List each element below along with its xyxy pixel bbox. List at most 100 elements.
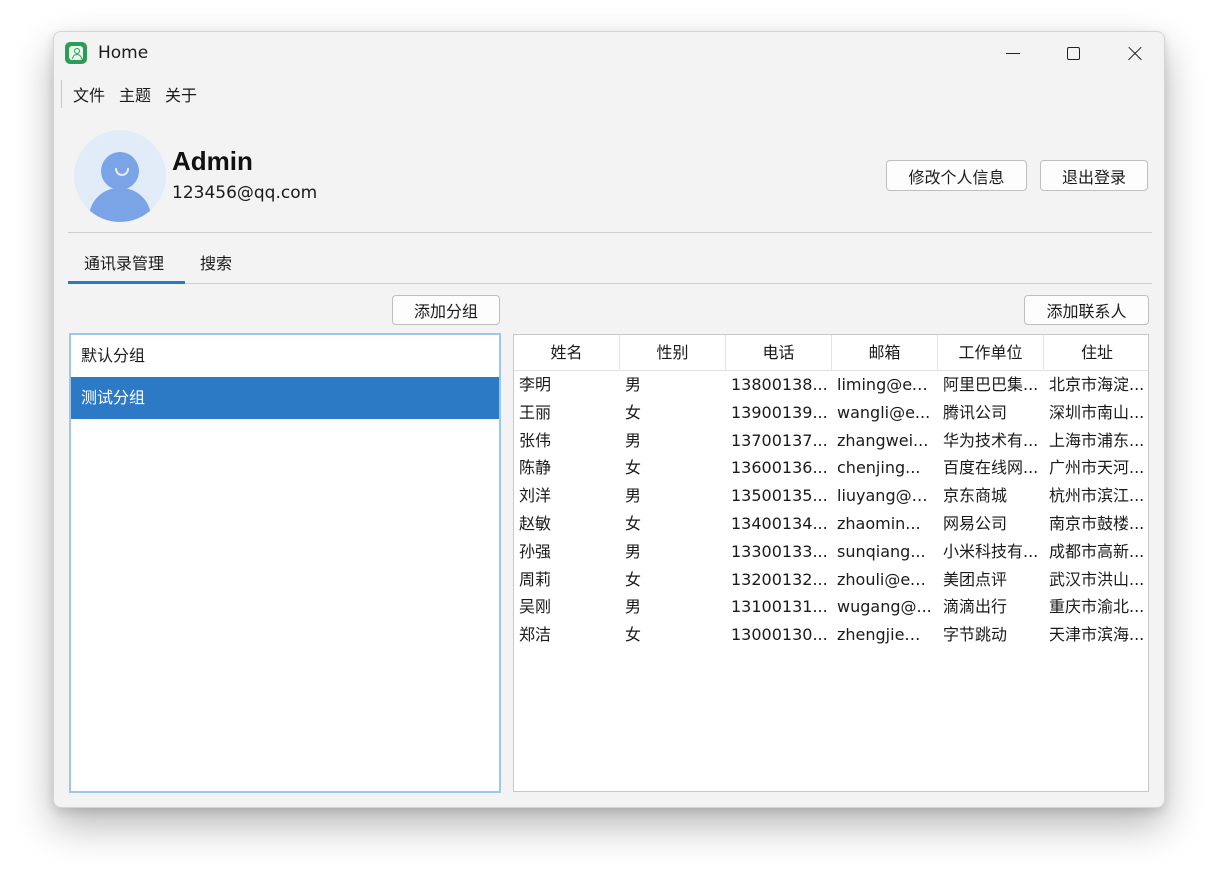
cell-phone[interactable]: 13900139... [726,399,832,427]
column-header-phone[interactable]: 电话 [726,335,832,370]
cell-gender[interactable]: 女 [620,454,726,482]
cell-name[interactable]: 陈静 [514,454,620,482]
cell-name[interactable]: 王丽 [514,399,620,427]
cell-phone[interactable]: 13600136... [726,454,832,482]
table-body: 李明男 13800138... liming@ex... 阿里巴巴集... 北京市海淀.… [514,371,1148,649]
table-row[interactable]: 李明男 13800138... liming@ex... 阿里巴巴集... 北京市海淀.… [514,371,1148,399]
column-header-name[interactable]: 姓名 [514,335,620,370]
cell-name[interactable]: 赵敏 [514,510,620,538]
table-row[interactable]: 张伟男 13700137... zhangwei... 华为技术有... 上海市浦东..… [514,427,1148,455]
cell-phone[interactable]: 13100131... [726,593,832,621]
cell-gender[interactable]: 女 [620,621,726,649]
cell-email[interactable]: liming@ex... [832,371,938,399]
cell-phone[interactable]: 13500135... [726,482,832,510]
cell-address[interactable]: 重庆市渝北... [1044,593,1148,621]
cell-gender[interactable]: 男 [620,371,726,399]
table-row[interactable]: 孙强男 13300133... sunqiang... 小米科技有... 成都市高新..… [514,538,1148,566]
cell-company[interactable]: 阿里巴巴集... [938,371,1044,399]
menu-file[interactable]: 文件 [73,82,105,106]
cell-address[interactable]: 南京市鼓楼... [1044,510,1148,538]
cell-email[interactable]: zhengjie@... [832,621,938,649]
cell-name[interactable]: 周莉 [514,566,620,594]
header-divider [68,232,1152,233]
column-header-address[interactable]: 住址 [1044,335,1148,370]
cell-gender[interactable]: 男 [620,538,726,566]
cell-company[interactable]: 华为技术有... [938,427,1044,455]
cell-gender[interactable]: 女 [620,510,726,538]
user-avatar-icon [74,130,166,222]
logout-button[interactable]: 退出登录 [1040,160,1148,191]
cell-email[interactable]: wugang@... [832,593,938,621]
cell-gender[interactable]: 男 [620,482,726,510]
cell-company[interactable]: 字节跳动 [938,621,1044,649]
cell-name[interactable]: 孙强 [514,538,620,566]
tab-search[interactable]: 搜索 [200,250,232,274]
table-header: 姓名 性别 电话 邮箱 工作单位 住址 [514,335,1148,371]
table-row[interactable]: 刘洋男 13500135... liuyang@e... 京东商城 杭州市滨江... [514,482,1148,510]
cell-address[interactable]: 上海市浦东... [1044,427,1148,455]
table-row[interactable]: 赵敏女 13400134... zhaomin... 网易公司 南京市鼓楼... [514,510,1148,538]
cell-email[interactable]: zhangwei... [832,427,938,455]
cell-name[interactable]: 吴刚 [514,593,620,621]
cell-name[interactable]: 郑洁 [514,621,620,649]
contacts-app-icon [65,42,87,64]
table-row[interactable]: 郑洁女 13000130... zhengjie@... 字节跳动 天津市滨海... [514,621,1148,649]
add-contact-button[interactable]: 添加联系人 [1024,295,1149,325]
cell-company[interactable]: 网易公司 [938,510,1044,538]
close-icon[interactable] [1104,32,1164,76]
add-group-button[interactable]: 添加分组 [392,295,500,325]
table-row[interactable]: 吴刚男 13100131... wugang@... 滴滴出行 重庆市渝北... [514,593,1148,621]
column-header-gender[interactable]: 性别 [620,335,726,370]
cell-address[interactable]: 天津市滨海... [1044,621,1148,649]
cell-phone[interactable]: 13300133... [726,538,832,566]
maximize-icon[interactable] [1043,32,1103,76]
cell-name[interactable]: 李明 [514,371,620,399]
edit-profile-button[interactable]: 修改个人信息 [886,160,1027,191]
cell-gender[interactable]: 女 [620,399,726,427]
user-email: 123456@qq.com [172,183,318,203]
cell-phone[interactable]: 13700137... [726,427,832,455]
cell-company[interactable]: 百度在线网... [938,454,1044,482]
cell-phone[interactable]: 13200132... [726,566,832,594]
column-header-company[interactable]: 工作单位 [938,335,1044,370]
cell-email[interactable]: chenjing... [832,454,938,482]
cell-email[interactable]: zhaomin... [832,510,938,538]
group-item-default[interactable]: 默认分组 [71,335,499,377]
menu-theme[interactable]: 主题 [119,82,151,106]
cell-gender[interactable]: 女 [620,566,726,594]
menu-bar: 文件 主题 关于 [61,80,197,108]
minimize-icon[interactable] [983,32,1043,76]
group-item-test[interactable]: 测试分组 [71,377,499,419]
tab-contacts-management[interactable]: 通讯录管理 [84,250,164,274]
cell-company[interactable]: 京东商城 [938,482,1044,510]
cell-gender[interactable]: 男 [620,427,726,455]
cell-address[interactable]: 北京市海淀... [1044,371,1148,399]
cell-name[interactable]: 刘洋 [514,482,620,510]
cell-email[interactable]: liuyang@e... [832,482,938,510]
cell-email[interactable]: zhouli@ex... [832,566,938,594]
cell-company[interactable]: 腾讯公司 [938,399,1044,427]
table-row[interactable]: 王丽女 13900139... wangli@e... 腾讯公司 深圳市南山... [514,399,1148,427]
cell-company[interactable]: 美团点评 [938,566,1044,594]
cell-address[interactable]: 深圳市南山... [1044,399,1148,427]
cell-phone[interactable]: 13800138... [726,371,832,399]
cell-company[interactable]: 小米科技有... [938,538,1044,566]
cell-company[interactable]: 滴滴出行 [938,593,1044,621]
cell-address[interactable]: 成都市高新... [1044,538,1148,566]
cell-address[interactable]: 武汉市洪山... [1044,566,1148,594]
cell-phone[interactable]: 13400134... [726,510,832,538]
menu-about[interactable]: 关于 [165,82,197,106]
cell-email[interactable]: wangli@e... [832,399,938,427]
cell-name[interactable]: 张伟 [514,427,620,455]
user-name: Admin [172,146,253,176]
cell-address[interactable]: 杭州市滨江... [1044,482,1148,510]
cell-email[interactable]: sunqiang... [832,538,938,566]
cell-address[interactable]: 广州市天河... [1044,454,1148,482]
table-row[interactable]: 周莉女 13200132... zhouli@ex... 美团点评 武汉市洪山... [514,566,1148,594]
group-list[interactable]: 默认分组 测试分组 [69,333,501,793]
contact-table[interactable]: 姓名 性别 电话 邮箱 工作单位 住址 李明男 13800138... liming… [513,334,1149,792]
cell-gender[interactable]: 男 [620,593,726,621]
cell-phone[interactable]: 13000130... [726,621,832,649]
table-row[interactable]: 陈静女 13600136... chenjing... 百度在线网... 广州市天河..… [514,454,1148,482]
column-header-email[interactable]: 邮箱 [832,335,938,370]
